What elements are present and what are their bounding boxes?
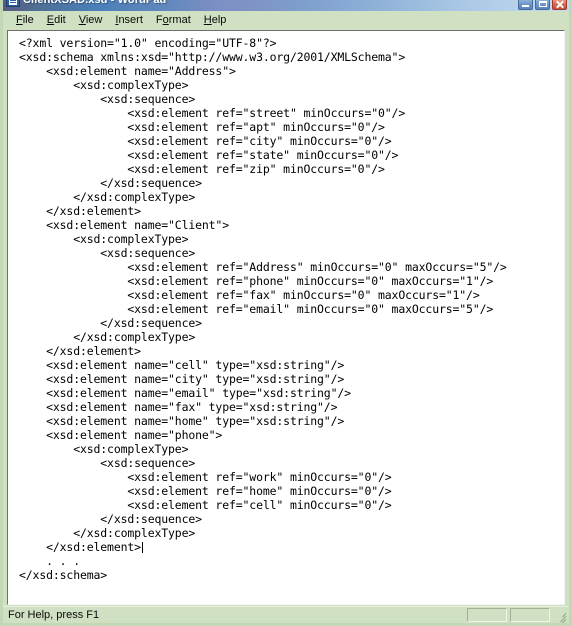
resize-grip-icon[interactable] <box>553 608 567 623</box>
status-bar: For Help, press F1 <box>3 606 569 623</box>
menu-item-format[interactable]: Format <box>150 13 198 28</box>
document-line: <xsd:element name="home" type="xsd:strin… <box>19 414 345 428</box>
document-line: <xsd:element ref="home" minOccurs="0"/> <box>19 484 392 498</box>
document-line: <xsd:sequence> <box>19 456 196 470</box>
document-line: <xsd:element ref="state" minOccurs="0"/> <box>19 148 399 162</box>
document-line: <xsd:element name="Address"> <box>19 64 236 78</box>
document-line: </xsd:complexType> <box>19 190 196 204</box>
menu-item-view[interactable]: View <box>73 13 110 28</box>
menu-item-help[interactable]: Help <box>198 13 234 28</box>
document-line: <xsd:element name="cell" type="xsd:strin… <box>19 358 345 372</box>
document-line: <xsd:element ref="email" minOccurs="0" m… <box>19 302 494 316</box>
status-pane-1 <box>467 608 507 622</box>
document-line: <?xml version="1.0" encoding="UTF-8"?> <box>19 36 277 50</box>
status-message: For Help, press F1 <box>8 609 100 621</box>
document-line: <xsd:element name="city" type="xsd:strin… <box>19 372 345 386</box>
document-line: <xsd:schema xmlns:xsd="http://www.w3.org… <box>19 50 406 64</box>
document-line: . . . <box>19 554 80 568</box>
document-line: <xsd:element ref="phone" minOccurs="0" m… <box>19 274 494 288</box>
document-line: <xsd:complexType> <box>19 442 189 456</box>
menu-bar: File Edit View Insert Format Help <box>3 11 569 29</box>
wordpad-window: ClientXSAD.xsd - WordPad File Edit View … <box>0 0 572 626</box>
document-line: </xsd:element> <box>19 344 141 358</box>
document-line: <xsd:element ref="cell" minOccurs="0"/> <box>19 498 392 512</box>
text-editor-area[interactable]: <?xml version="1.0" encoding="UTF-8"?> <x… <box>7 30 565 605</box>
document-line: <xsd:element name="fax" type="xsd:string… <box>19 400 338 414</box>
document-line: <xsd:element ref="fax" minOccurs="0" max… <box>19 288 480 302</box>
menu-item-file[interactable]: File <box>10 13 41 28</box>
document-line: </xsd:sequence> <box>19 316 202 330</box>
text-caret <box>141 542 143 553</box>
document-line: </xsd:sequence> <box>19 176 202 190</box>
document-line: <xsd:sequence> <box>19 246 196 260</box>
document-line: </xsd:complexType> <box>19 526 196 540</box>
minimize-button[interactable] <box>518 0 533 10</box>
document-line: <xsd:element ref="Address" minOccurs="0"… <box>19 260 507 274</box>
document-line: <xsd:element ref="work" minOccurs="0"/> <box>19 470 392 484</box>
document-line: <xsd:sequence> <box>19 92 196 106</box>
document-line: </xsd:element> <box>19 204 141 218</box>
close-button[interactable] <box>552 0 567 10</box>
document-line: </xsd:complexType> <box>19 330 196 344</box>
window-title: ClientXSAD.xsd - WordPad <box>23 0 167 6</box>
document-line: <xsd:element ref="apt" minOccurs="0"/> <box>19 120 385 134</box>
status-pane-2 <box>510 608 550 622</box>
document-line: <xsd:element ref="zip" minOccurs="0"/> <box>19 162 385 176</box>
document-line: <xsd:element name="email" type="xsd:stri… <box>19 386 351 400</box>
document-line: <xsd:element ref="street" minOccurs="0"/… <box>19 106 406 120</box>
document-line: </xsd:schema> <box>19 568 108 582</box>
menu-item-edit[interactable]: Edit <box>41 13 73 28</box>
window-controls <box>518 0 567 10</box>
document-line: <xsd:complexType> <box>19 232 189 246</box>
wordpad-document-icon <box>6 0 20 7</box>
document-line: <xsd:element ref="city" minOccurs="0"/> <box>19 134 392 148</box>
document-text[interactable]: <?xml version="1.0" encoding="UTF-8"?> <x… <box>19 36 564 582</box>
menu-item-insert[interactable]: Insert <box>109 13 150 28</box>
maximize-button[interactable] <box>535 0 550 10</box>
document-line: <xsd:complexType> <box>19 78 189 92</box>
title-bar[interactable]: ClientXSAD.xsd - WordPad <box>3 0 569 11</box>
document-line: <xsd:element name="phone"> <box>19 428 223 442</box>
document-container: <?xml version="1.0" encoding="UTF-8"?> <x… <box>3 29 569 606</box>
document-line: </xsd:sequence> <box>19 512 202 526</box>
document-line: <xsd:element name="Client"> <box>19 218 229 232</box>
document-line: </xsd:element> <box>19 540 143 554</box>
